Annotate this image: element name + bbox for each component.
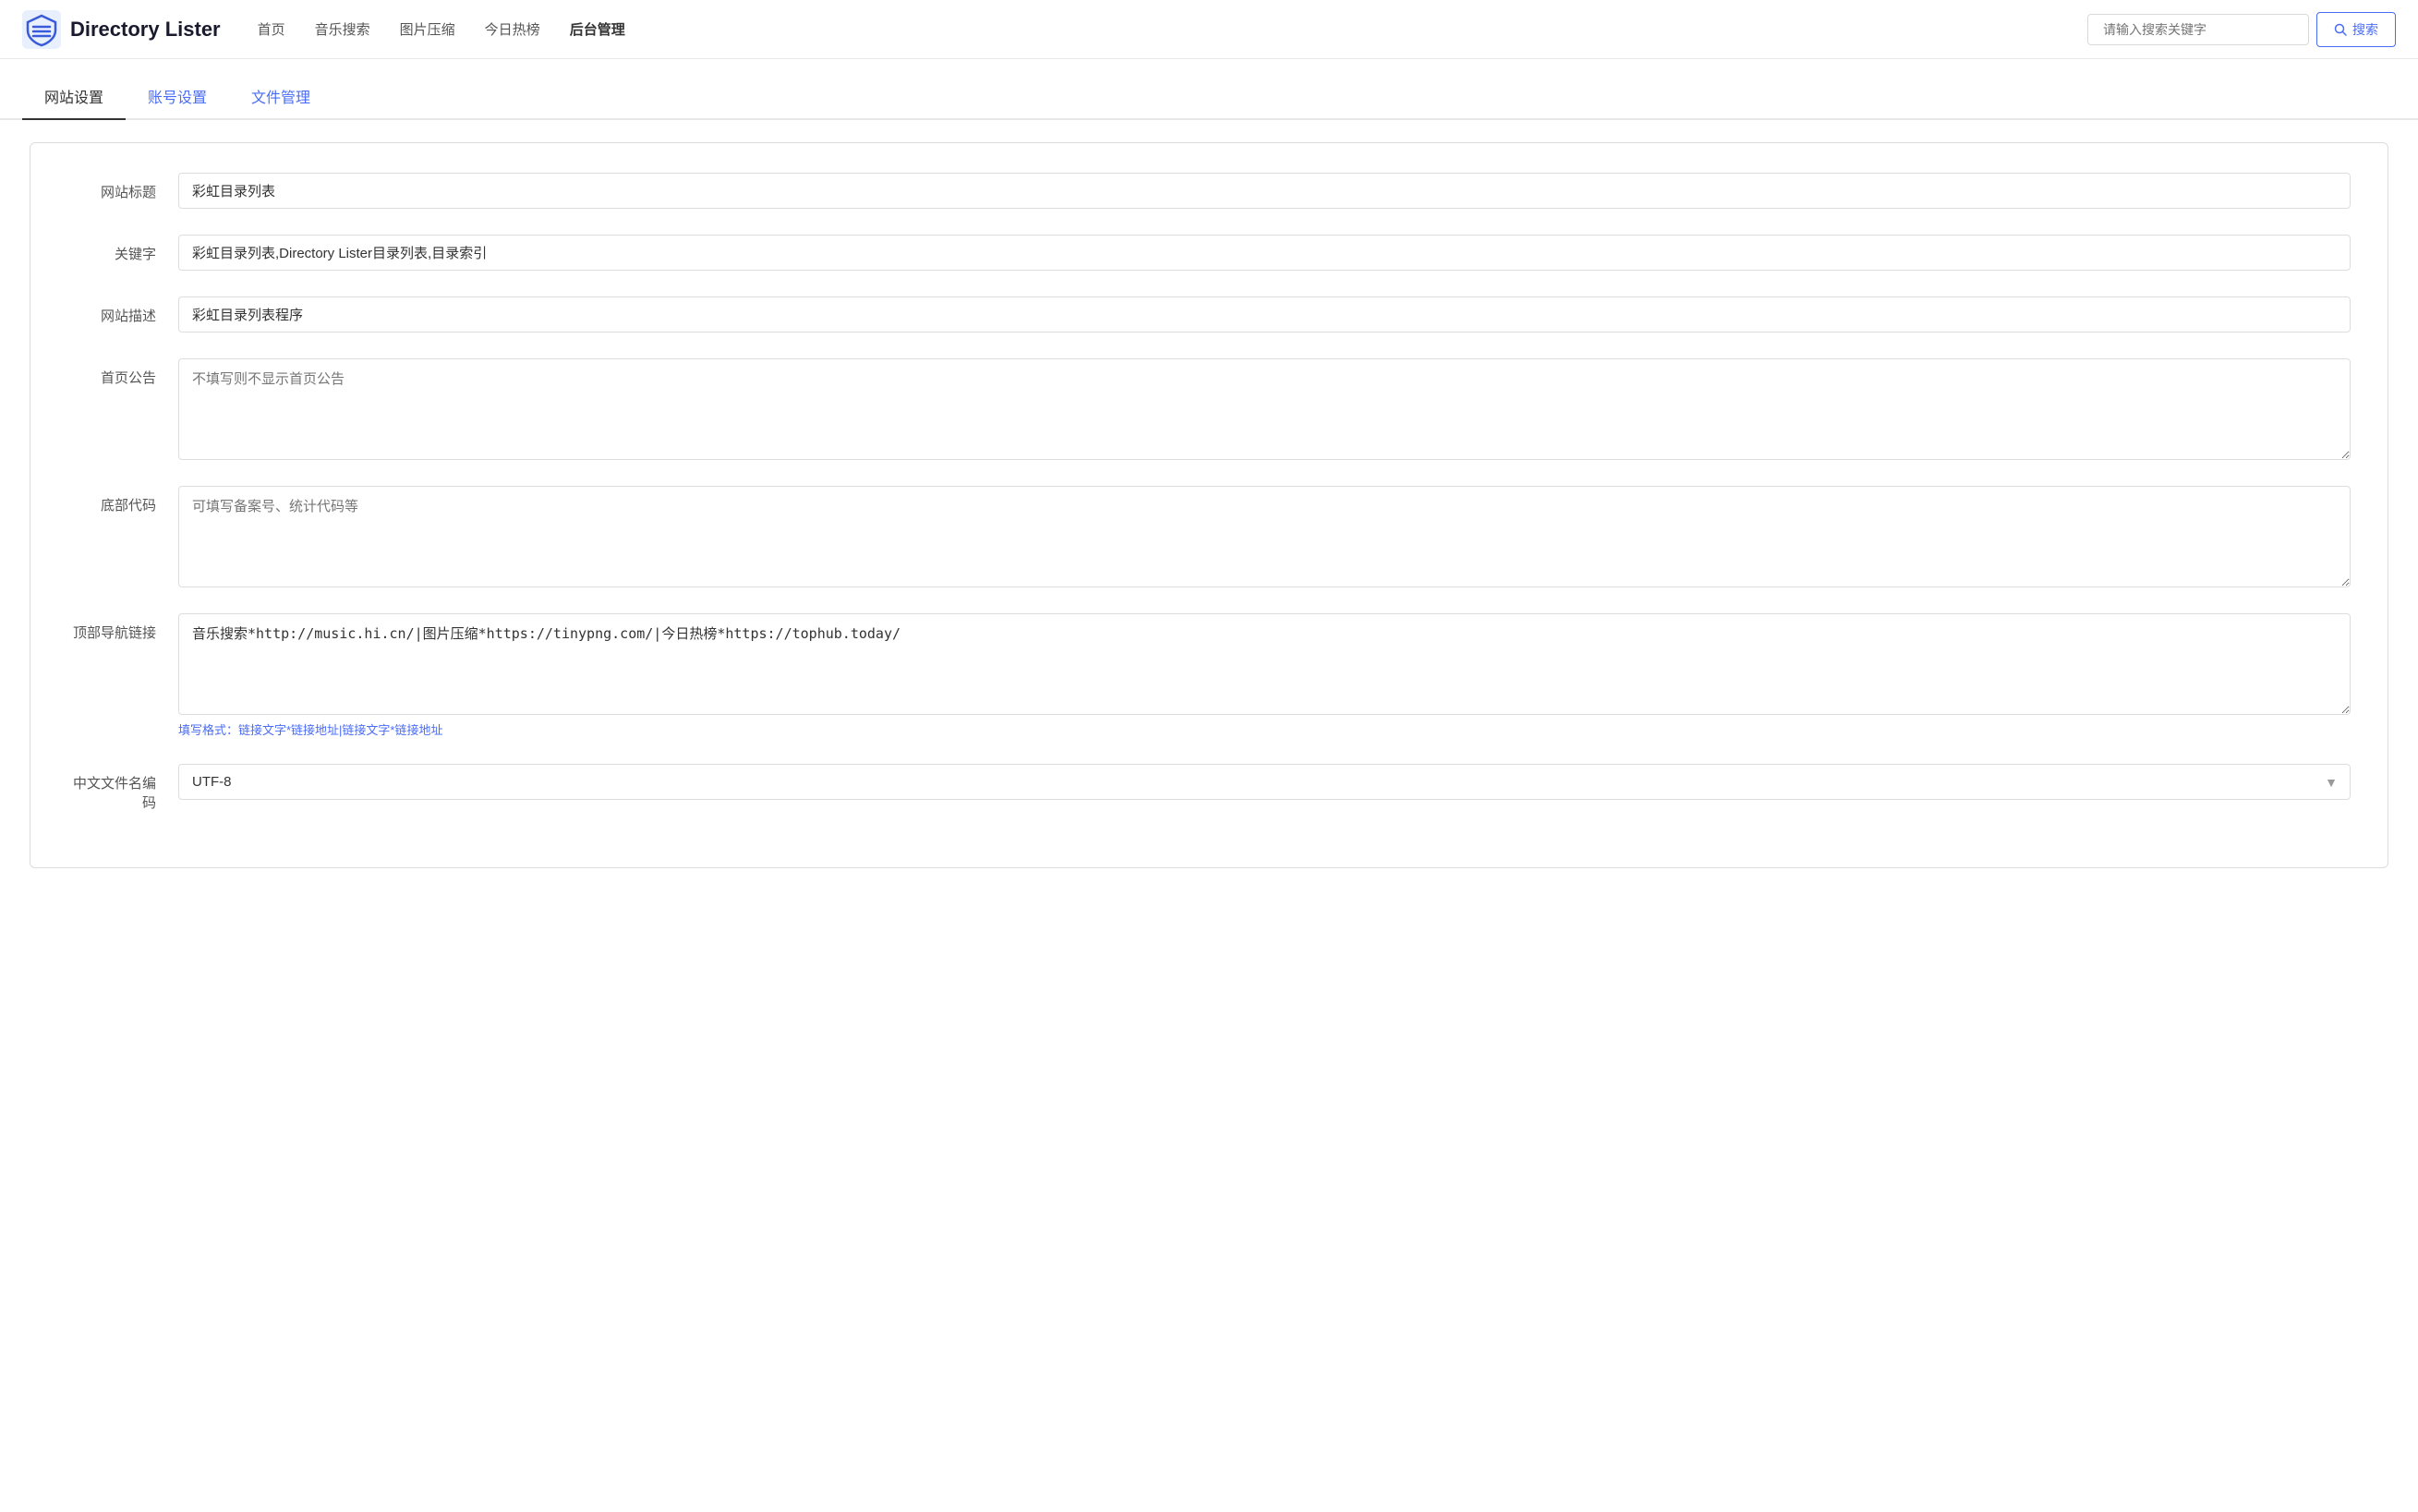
form-row-footer-code: 底部代码 (67, 486, 2351, 587)
search-btn-label: 搜索 (2352, 20, 2378, 39)
nav-image[interactable]: 图片压缩 (400, 19, 455, 39)
form-row-keywords: 关键字 (67, 235, 2351, 271)
tab-file-management[interactable]: 文件管理 (229, 74, 332, 120)
search-icon (2334, 23, 2347, 36)
nav-links-wrap: 填写格式：链接文字*链接地址|链接文字*链接地址 (178, 613, 2351, 738)
brand-icon (22, 10, 61, 49)
brand-logo[interactable]: Directory Lister (22, 10, 221, 49)
select-encoding[interactable]: UTF-8 GBK (178, 764, 2351, 800)
brand-name: Directory Lister (70, 18, 221, 42)
search-input[interactable] (2087, 14, 2309, 45)
form-row-title: 网站标题 (67, 173, 2351, 209)
form-row-encoding: 中文文件名编码 UTF-8 GBK ▼ (67, 764, 2351, 812)
settings-panel: 网站标题 关键字 网站描述 首页公告 底部代码 顶部导航链接 (30, 142, 2388, 868)
tabs-container: 网站设置 账号设置 文件管理 (0, 74, 2418, 120)
nav-home[interactable]: 首页 (258, 19, 285, 39)
nav-links-hint: 填写格式：链接文字*链接地址|链接文字*链接地址 (178, 720, 2351, 738)
navbar: Directory Lister 首页 音乐搜索 图片压缩 今日热榜 后台管理 … (0, 0, 2418, 59)
nav-trending[interactable]: 今日热榜 (485, 19, 540, 39)
search-button[interactable]: 搜索 (2316, 12, 2396, 47)
textarea-nav-links[interactable] (178, 613, 2351, 715)
nav-admin[interactable]: 后台管理 (570, 19, 625, 39)
label-announcement: 首页公告 (67, 358, 178, 387)
label-keywords: 关键字 (67, 235, 178, 263)
label-footer-code: 底部代码 (67, 486, 178, 514)
tab-account-settings[interactable]: 账号设置 (126, 74, 229, 120)
select-wrap-encoding: UTF-8 GBK ▼ (178, 764, 2351, 800)
input-site-title[interactable] (178, 173, 2351, 209)
label-encoding: 中文文件名编码 (67, 764, 178, 812)
textarea-announcement[interactable] (178, 358, 2351, 460)
main-content: 网站标题 关键字 网站描述 首页公告 底部代码 顶部导航链接 (0, 120, 2418, 890)
input-keywords[interactable] (178, 235, 2351, 271)
label-description: 网站描述 (67, 296, 178, 325)
nav-music[interactable]: 音乐搜索 (315, 19, 370, 39)
textarea-footer-code[interactable] (178, 486, 2351, 587)
label-nav-links: 顶部导航链接 (67, 613, 178, 642)
form-row-nav-links: 顶部导航链接 填写格式：链接文字*链接地址|链接文字*链接地址 (67, 613, 2351, 738)
form-row-announcement: 首页公告 (67, 358, 2351, 460)
input-description[interactable] (178, 296, 2351, 333)
form-row-description: 网站描述 (67, 296, 2351, 333)
nav-search: 搜索 (2087, 12, 2396, 47)
nav-links: 首页 音乐搜索 图片压缩 今日热榜 后台管理 (258, 19, 2087, 39)
label-site-title: 网站标题 (67, 173, 178, 201)
tab-website-settings[interactable]: 网站设置 (22, 74, 126, 120)
